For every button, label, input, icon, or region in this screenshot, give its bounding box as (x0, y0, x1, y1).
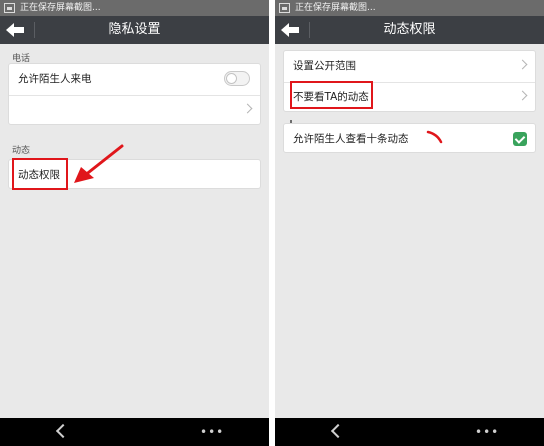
chevron-right-icon (517, 59, 528, 70)
title-bar: 动态权限 (275, 16, 544, 44)
checkmark-icon[interactable] (513, 132, 527, 146)
chevron-right-icon (517, 90, 528, 101)
allow-stranger-view-label: 允许陌生人查看十条动态 (293, 133, 409, 145)
page-title: 隐私设置 (108, 22, 161, 37)
privacy-settings-screen: 正在保存屏幕截图... 隐私设置 电话 允许陌生人来电 动态 动态权限 ••• (0, 0, 269, 446)
status-bar: 正在保存屏幕截图... (0, 0, 269, 16)
status-bar: 正在保存屏幕截图... (275, 0, 544, 16)
allow-stranger-calls-row[interactable]: 允许陌生人来电 (9, 64, 260, 94)
moments-permission-screen: 正在保存屏幕截图... 动态权限 设置公开范围 不要看TA的动态 允许陌生人查看… (275, 0, 544, 446)
highlight-box (12, 158, 68, 190)
allow-stranger-view-row[interactable]: 允许陌生人查看十条动态 (284, 124, 535, 154)
chevron-right-icon (242, 103, 253, 114)
stranger-view-card: 允许陌生人查看十条动态 (283, 123, 536, 153)
more-dots-icon[interactable]: ••• (475, 426, 499, 438)
image-icon (279, 3, 290, 13)
title-bar: 隐私设置 (0, 16, 269, 44)
nav-back-icon[interactable] (55, 423, 71, 439)
navigation-bar: ••• (275, 418, 544, 446)
nav-back-icon[interactable] (330, 423, 346, 439)
toggle-switch-icon[interactable] (224, 71, 250, 86)
set-public-range-row[interactable]: 设置公开范围 (284, 51, 535, 81)
more-dots-icon[interactable]: ••• (200, 426, 224, 438)
allow-stranger-calls-label: 允许陌生人来电 (18, 73, 92, 85)
phone-settings-card: 允许陌生人来电 (8, 63, 261, 125)
status-text: 正在保存屏幕截图... (295, 3, 376, 13)
status-text: 正在保存屏幕截图... (20, 3, 101, 13)
section-label-moments: 动态 (12, 146, 31, 156)
page-title: 动态权限 (383, 22, 436, 37)
toggle-knob (226, 73, 237, 84)
highlight-box (290, 81, 373, 109)
navigation-bar: ••• (0, 418, 269, 446)
unnamed-setting-row[interactable] (9, 95, 260, 125)
set-public-range-label: 设置公开范围 (293, 60, 356, 72)
image-icon (4, 3, 15, 13)
